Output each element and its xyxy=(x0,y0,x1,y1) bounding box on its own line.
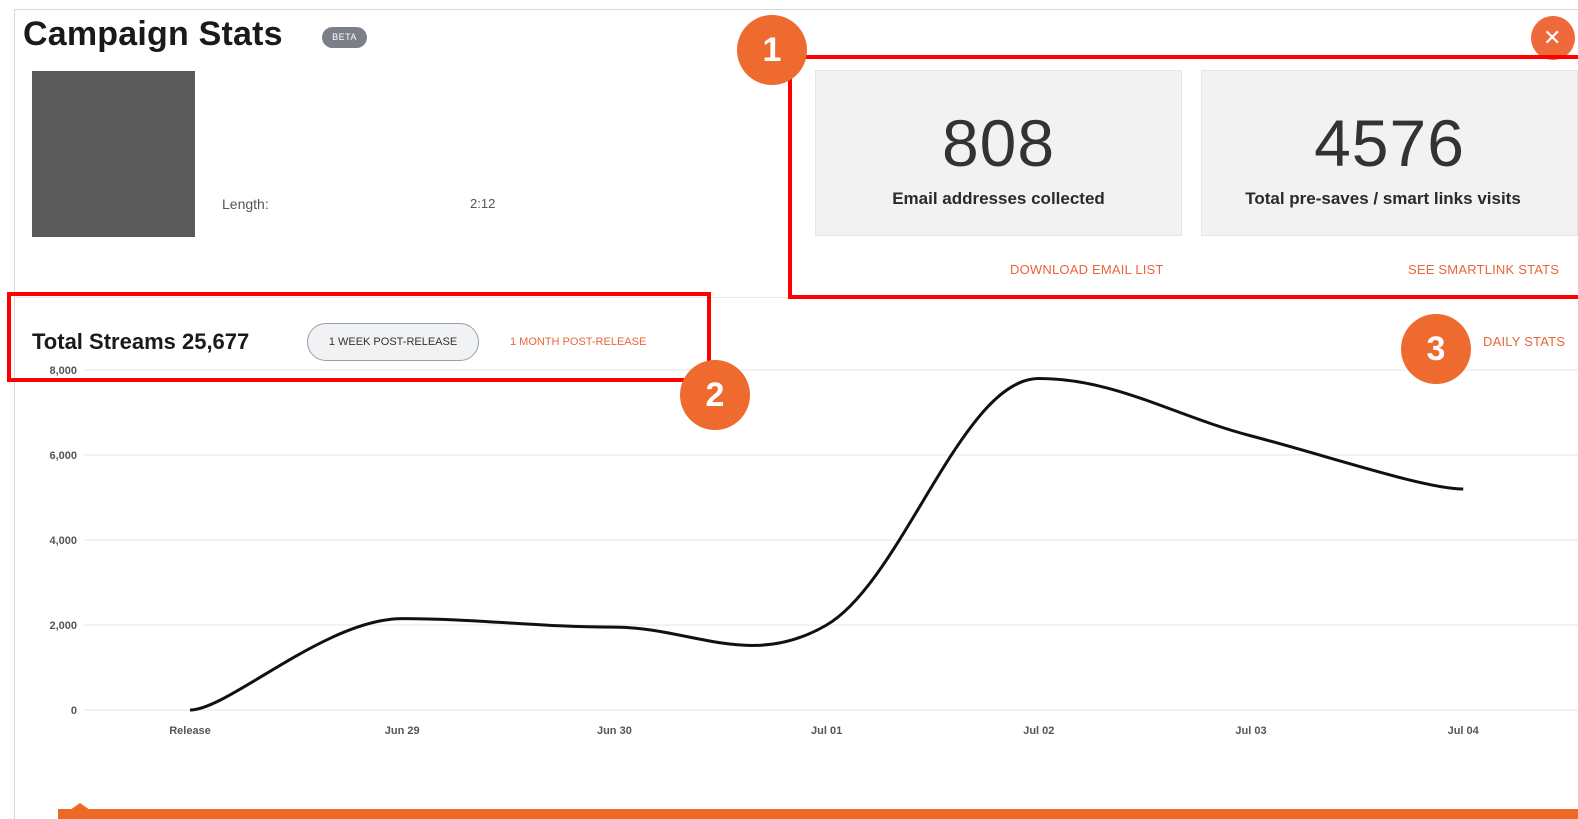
y-tick-label: 6,000 xyxy=(49,450,77,462)
close-icon: ✕ xyxy=(1543,25,1562,50)
annotation-marker-2: 2 xyxy=(680,360,750,430)
x-tick-label: Jul 03 xyxy=(1235,725,1266,737)
x-tick-label: Jul 04 xyxy=(1448,725,1480,737)
chart-y-ticks: 02,0004,0006,0008,000 xyxy=(49,365,77,717)
release-cover-art xyxy=(32,71,195,237)
annotation-box-streams xyxy=(7,292,711,382)
close-button[interactable]: ✕ xyxy=(1531,16,1575,60)
x-tick-label: Jun 29 xyxy=(385,725,420,737)
modal-top-border xyxy=(14,9,1578,10)
chart-x-ticks: Release Jun 29 Jun 30 Jul 01 Jul 02 Jul 03 Jul… xyxy=(169,725,1479,737)
x-tick-label: Jun 30 xyxy=(597,725,632,737)
chart-gridlines xyxy=(84,369,1578,711)
streams-series-line xyxy=(189,376,1464,712)
y-tick-label: 4,000 xyxy=(49,535,77,547)
y-tick-label: 2,000 xyxy=(49,620,77,632)
x-tick-label: Jul 02 xyxy=(1023,725,1054,737)
daily-stats-link[interactable]: DAILY STATS xyxy=(1483,334,1565,349)
x-tick-label: Jul 01 xyxy=(811,725,842,737)
x-tick-label: Release xyxy=(169,725,211,737)
y-tick-label: 0 xyxy=(71,705,77,717)
length-label: Length: xyxy=(222,196,269,212)
page-title: Campaign Stats xyxy=(23,15,283,53)
annotation-marker-3: 3 xyxy=(1401,314,1471,384)
length-value: 2:12 xyxy=(470,196,496,211)
bottom-accent-bar xyxy=(58,809,1578,819)
streams-line-chart: 02,0004,0006,0008,000 Release Jun 29 Jun 3… xyxy=(49,365,1578,737)
annotation-marker-1: 1 xyxy=(737,15,807,85)
annotation-box-stats xyxy=(788,55,1578,299)
beta-badge: BETA xyxy=(322,27,367,48)
